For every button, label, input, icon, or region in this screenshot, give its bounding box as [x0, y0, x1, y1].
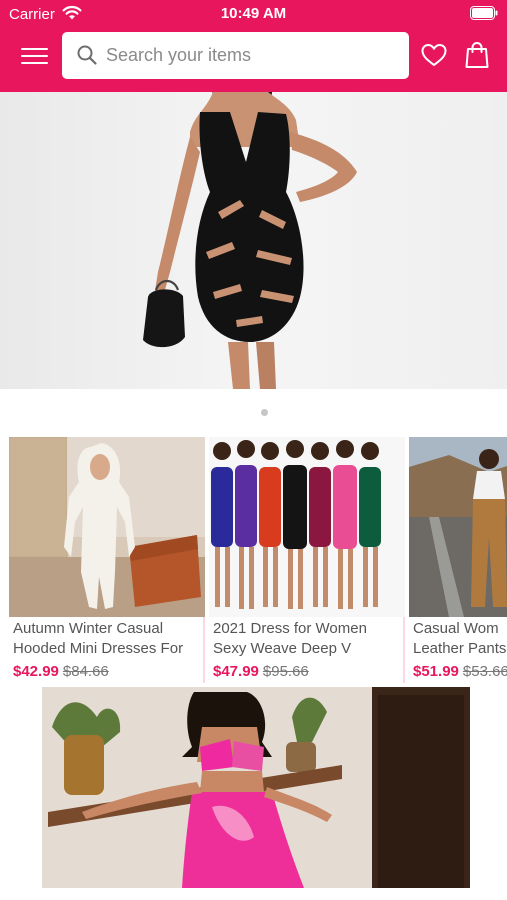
- product-image: [409, 437, 507, 617]
- product-card[interactable]: Casual Wom Leather Pants $51.99 $53.66: [409, 437, 507, 683]
- original-price: $53.66: [462, 663, 507, 680]
- status-time: 10:49 AM: [220, 5, 287, 22]
- sale-price: $42.99: [13, 663, 59, 680]
- price-row: $47.99 $95.66: [213, 663, 309, 680]
- promo-banner[interactable]: [42, 687, 470, 888]
- search-icon: [77, 45, 97, 65]
- hero-banner[interactable]: [0, 92, 507, 389]
- original-price: $95.66: [262, 663, 309, 680]
- shopping-bag-icon[interactable]: [463, 40, 491, 70]
- hamburger-menu-icon[interactable]: [14, 40, 54, 72]
- status-bar: Carrier 10:49 AM: [0, 0, 507, 28]
- price-row: $42.99 $84.66: [13, 663, 109, 680]
- original-price: $84.66: [62, 663, 109, 680]
- promo-banner-image: [42, 687, 470, 888]
- product-card[interactable]: 2021 Dress for Women Sexy Weave Deep V $…: [209, 437, 405, 683]
- hero-banner-image: [0, 92, 507, 389]
- carousel-page-indicator[interactable]: [261, 409, 268, 416]
- product-image: [9, 437, 205, 617]
- product-carousel[interactable]: Autumn Winter Casual Hooded Mini Dresses…: [0, 437, 507, 683]
- product-title: 2021 Dress for Women Sexy Weave Deep V: [213, 620, 367, 657]
- product-image: [209, 437, 405, 617]
- battery-icon: [470, 6, 498, 20]
- product-card[interactable]: Autumn Winter Casual Hooded Mini Dresses…: [9, 437, 205, 683]
- product-title: Casual Wom Leather Pants: [413, 620, 507, 657]
- search-input[interactable]: [106, 40, 396, 71]
- product-title: Autumn Winter Casual Hooded Mini Dresses…: [13, 620, 184, 657]
- sale-price: $47.99: [213, 663, 259, 680]
- heart-icon[interactable]: [419, 40, 449, 70]
- sale-price: $51.99: [413, 663, 459, 680]
- top-header: Carrier 10:49 AM: [0, 0, 507, 92]
- search-bar[interactable]: [62, 32, 409, 79]
- price-row: $51.99 $53.66: [413, 663, 507, 680]
